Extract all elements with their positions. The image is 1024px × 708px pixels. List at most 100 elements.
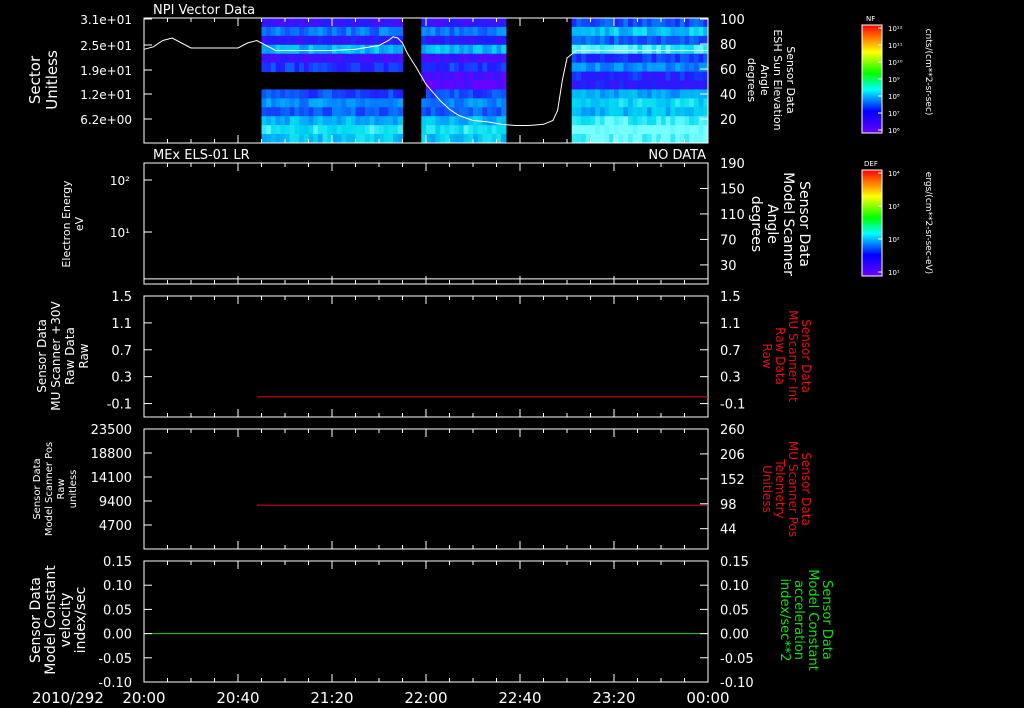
heatmap-cell (364, 89, 371, 99)
heatmap-cell (280, 107, 286, 117)
ytick-label: 0.05 (720, 603, 749, 618)
heatmap-cell (609, 125, 615, 135)
heatmap-cell (440, 107, 446, 117)
heatmap-cell (458, 26, 465, 37)
heatmap-cell (571, 80, 577, 90)
heatmap-cell (642, 18, 648, 28)
heatmap-cell (440, 26, 446, 37)
heatmap-cell (463, 89, 469, 99)
ytick-label: 9400 (99, 495, 132, 510)
heatmap-cell (421, 98, 427, 108)
heatmap-cell (576, 35, 582, 46)
heatmap-cell (299, 35, 305, 46)
heatmap-cell (270, 26, 277, 37)
heatmap-cell (487, 35, 493, 46)
heatmap-cell (646, 125, 653, 135)
heatmap-cell (383, 62, 389, 73)
heatmap-cell (430, 35, 436, 46)
heatmap-cell (317, 35, 324, 46)
heatmap-cell (590, 116, 596, 126)
panel-model-constant: 0.150.100.050.00-0.05-0.10 0.150.100.050… (28, 555, 834, 691)
heatmap-cell (642, 26, 648, 37)
heatmap-cell (632, 26, 638, 37)
ytick-label: 0.7 (111, 344, 132, 359)
heatmap-cell (350, 89, 356, 99)
heatmap-cell (336, 62, 342, 73)
heatmap-cell (618, 35, 624, 46)
heatmap-cell (360, 98, 366, 108)
ylabel-left-4: Raw (77, 343, 91, 368)
heatmap-cell (275, 116, 281, 126)
heatmap-cell (628, 98, 634, 108)
heatmap-cell (689, 62, 695, 73)
heatmap-cell (651, 18, 657, 28)
heatmap-cell (299, 62, 305, 73)
heatmap-cell (496, 80, 502, 90)
heatmap-cell (458, 35, 465, 46)
heatmap-cell (477, 26, 483, 37)
heatmap-cell (379, 134, 385, 144)
heatmap-cell (275, 89, 281, 99)
heatmap-cell (364, 53, 371, 64)
x-axis-labels: 2010/292 20:00 20:40 21:20 22:00 22:40 23:20 0… (32, 689, 730, 707)
heatmap-cell (388, 89, 394, 99)
heatmap-cell (661, 116, 667, 126)
heatmap-cell (618, 134, 624, 144)
heatmap-cell (317, 107, 324, 117)
heatmap-cell (604, 18, 610, 28)
heatmap-cell (581, 80, 587, 90)
heatmap-cell (646, 80, 653, 90)
heatmap-cell (693, 18, 700, 28)
heatmap-cell (585, 80, 591, 90)
heatmap-cell (651, 89, 657, 99)
heatmap-cell (468, 98, 474, 108)
heatmap-cell (322, 89, 328, 99)
ylabel-left-1: Sensor Data (28, 577, 44, 663)
heatmap-cell (675, 18, 681, 28)
heatmap-cell (628, 116, 634, 126)
heatmap-cell (609, 89, 615, 99)
heatmap-cell (341, 125, 347, 135)
heatmap-cell (430, 18, 436, 28)
ytick-label: 2.5e+01 (80, 39, 132, 53)
heatmap-cell (383, 44, 389, 55)
heatmap-cell (336, 107, 342, 117)
heatmap-cell (646, 107, 653, 117)
heatmap-cell (317, 53, 324, 64)
ytick-label: 0.10 (103, 579, 132, 594)
heatmap-cell (393, 26, 399, 37)
heatmap-cell (332, 125, 338, 135)
heatmap-cell (623, 18, 629, 28)
heatmap-cell (679, 98, 685, 108)
ytick-label: 0.00 (103, 628, 132, 643)
heatmap-cell (581, 62, 587, 73)
heatmap-cell (656, 44, 662, 55)
x-tick-label: 20:00 (122, 689, 165, 707)
heatmap-cell (623, 89, 629, 99)
heatmap-cell (628, 71, 634, 81)
heatmap-cell (430, 134, 436, 144)
heatmap-cell (468, 89, 474, 99)
heatmap-cell (360, 125, 366, 135)
heatmap-cell (458, 134, 465, 144)
heatmap-cell (346, 18, 352, 28)
heatmap-cell (327, 89, 333, 99)
heatmap-cell (322, 62, 328, 73)
heatmap-cell (637, 35, 643, 46)
ytick-label: 3.1e+01 (80, 13, 132, 27)
heatmap-cell (299, 26, 305, 37)
heatmap-cell (468, 35, 474, 46)
heatmap-cell (477, 62, 483, 73)
heatmap-cell (388, 44, 394, 55)
heatmap-cell (350, 26, 356, 37)
heatmap-cell (473, 53, 479, 64)
heatmap-cell (294, 98, 300, 108)
heatmap-cell (275, 62, 281, 73)
heatmap-cell (454, 80, 460, 90)
heatmap-cell (341, 98, 347, 108)
heatmap-cell (369, 26, 375, 37)
heatmap-cell (355, 62, 361, 73)
heatmap-cell (599, 26, 606, 37)
heatmap-cell (463, 134, 469, 144)
colorbar-tick-label: 10¹² (888, 25, 903, 33)
